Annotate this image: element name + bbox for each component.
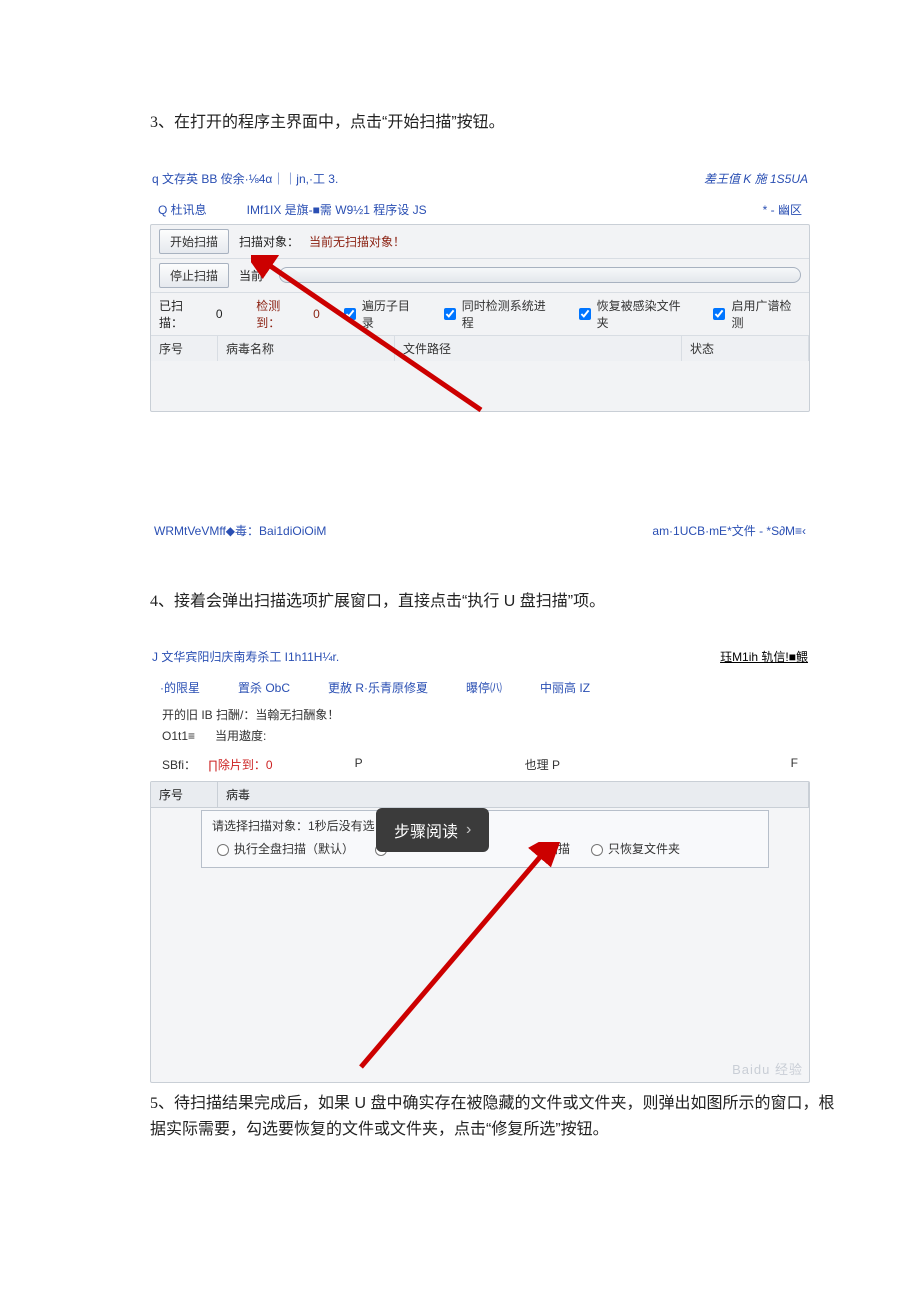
step-3-body: 在打开的程序主界面中，点击“开始扫描”按钮。 xyxy=(174,114,505,131)
check-subdir-box[interactable] xyxy=(344,308,356,320)
step-4-body: 接着会弹出扫描选项扩展窗口，直接点击“执行 U 盘扫描”项。 xyxy=(174,593,605,610)
check-broad[interactable]: 启用广谱检测 xyxy=(709,297,801,331)
shot1-tab-2[interactable]: IMf1IX 是旗-■需 W9½1 程序设 JS xyxy=(247,201,427,218)
shot2-col-seq: 序号 xyxy=(151,782,218,807)
step-5-number: 5 xyxy=(150,1095,158,1112)
check-recover-box[interactable] xyxy=(579,308,591,320)
shot1-progress xyxy=(279,267,801,283)
shot1-title-right: 差王值 K 施 1S5UA xyxy=(704,170,808,187)
shot1-detected-label: 检测到： xyxy=(256,297,303,331)
opt-full-scan-label: 执行全盘扫描（默认） xyxy=(234,840,354,857)
chevron-right-icon: › xyxy=(466,821,471,839)
shot2-stat-b-value: 0 xyxy=(266,758,273,772)
shot2-info2-label: O1t1≡ xyxy=(162,729,195,743)
step-4-number: 4 xyxy=(150,593,158,610)
shot1-col-virus: 病毒名称 xyxy=(218,336,395,361)
shot2-titlebar: J 文华宾阳归庆南寿杀工 I1h11H¼r. 珏M1ih 轨信!■鳂 xyxy=(150,644,810,675)
watermark: Baidu 经验 xyxy=(732,1059,803,1078)
shot2-tabs: ·的限星 置杀 ObC 更赦 R·乐青原修夏 曝停㈧ 中丽高 IZ xyxy=(150,675,810,706)
check-sysproc[interactable]: 同时检测系统进程 xyxy=(440,297,555,331)
shot2-tab-5[interactable]: 中丽高 IZ xyxy=(540,679,590,696)
step-read-tooltip-label: 步骤阅读 xyxy=(394,818,458,842)
shot2-stat-a: SBfi： xyxy=(162,756,196,773)
shot1-col-state: 状态 xyxy=(682,336,809,361)
shot1-tab-3[interactable]: * - 幽区 xyxy=(763,201,802,218)
shot2-info2-text: 当用遨度: xyxy=(215,729,266,743)
opt-recover-only[interactable]: 只恢复文件夹 xyxy=(586,840,680,857)
shot2-tab-3[interactable]: 更赦 R·乐青原修夏 xyxy=(328,679,428,696)
shot2-tab-1[interactable]: ·的限星 xyxy=(160,679,200,696)
shot1-checks: 遍历子目录 同时检测系统进程 恢复被感染文件夹 启用广谱检测 xyxy=(340,297,801,331)
screenshot-2: J 文华宾阳归庆南寿杀工 I1h11H¼r. 珏M1ih 轨信!■鳂 ·的限星 … xyxy=(150,644,810,1083)
opt-path-scan[interactable]: 径扫描 xyxy=(534,840,570,857)
shot2-table-header: 序号 病毒 xyxy=(151,782,809,808)
shot2-info1: 开的旧 IB 扫酬/：当翰无扫酬象！ xyxy=(150,706,810,727)
shot2-stat-d: 也理 P xyxy=(525,756,560,773)
check-subdir[interactable]: 遍历子目录 xyxy=(340,297,420,331)
shot2-stat-c: P xyxy=(355,756,363,773)
shot2-panel: 序号 病毒 请选择扫描对象：1秒后没有选… 执行全盘扫描（默认） 径扫描 只恢复… xyxy=(150,781,810,1083)
shot1-scanned-value: 0 xyxy=(216,307,223,321)
shot1-title-left: q 文存英 BB 侒余·⅛4α｜｜jn,·工 3. xyxy=(152,170,338,187)
shot2-stat-e: F xyxy=(791,756,798,773)
shot1-scanned-label: 已扫描： xyxy=(159,297,206,331)
step-read-tooltip[interactable]: 步骤阅读 › xyxy=(376,808,489,852)
shot1-tabs: Q 杜讯息 IMf1IX 是旗-■需 W9½1 程序设 JS * - 幽区 xyxy=(150,195,810,224)
shot2-title-right: 珏M1ih 轨信!■鳂 xyxy=(720,648,808,665)
shot1-row2-label: 当前 xyxy=(239,267,263,284)
shot1-panel: 开始扫描 扫描对象： 当前无扫描对象！ 停止扫描 当前 已扫描： 0 检测到： … xyxy=(150,224,810,412)
screenshot-1: q 文存英 BB 侒余·⅛4α｜｜jn,·工 3. 差王值 K 施 1S5UA … xyxy=(150,166,810,539)
shot1-detected-value: 0 xyxy=(313,307,320,321)
step-3-number: 3 xyxy=(150,114,158,131)
shot1-row1-label: 扫描对象： xyxy=(239,233,299,250)
opt-recover-only-radio[interactable] xyxy=(591,844,603,856)
shot1-table-header: 序号 病毒名称 文件路径 状态 xyxy=(151,335,809,361)
check-sysproc-box[interactable] xyxy=(444,308,456,320)
opt-path-scan-label: 径扫描 xyxy=(534,840,570,857)
shot2-stats: SBfi： ∏除片到：0 P 也理 P F xyxy=(150,748,810,781)
step-5-text: 5、待扫描结果完成后，如果 U 盘中确实存在被隐藏的文件或文件夹，则弹出如图所示… xyxy=(150,1091,880,1142)
shot1-title-right-prefix: 差王值 K 施 xyxy=(704,172,770,186)
shot2-title-left: J 文华宾阳归庆南寿杀工 I1h11H¼r. xyxy=(152,648,339,665)
shot2-stat-b: ∏除片到：0 xyxy=(208,756,273,773)
check-subdir-label: 遍历子目录 xyxy=(362,297,420,331)
check-broad-label: 启用广谱检测 xyxy=(731,297,801,331)
step-5-sep: 、 xyxy=(158,1095,174,1112)
check-sysproc-label: 同时检测系统进程 xyxy=(462,297,555,331)
shot1-tab-1[interactable]: Q 杜讯息 xyxy=(158,201,207,218)
shot1-col-seq: 序号 xyxy=(151,336,218,361)
shot2-stat-b-label: ∏除片到： xyxy=(208,758,266,772)
check-recover[interactable]: 恢复被感染文件夹 xyxy=(575,297,690,331)
start-scan-button[interactable]: 开始扫描 xyxy=(159,229,229,254)
opt-full-scan-radio[interactable] xyxy=(217,844,229,856)
shot1-row1-value: 当前无扫描对象！ xyxy=(309,233,405,250)
shot1-footer: WRMtVeVMff◆毒：Bai1diOiOiM am·1UCB·mE*文件 -… xyxy=(150,522,810,539)
opt-full-scan[interactable]: 执行全盘扫描（默认） xyxy=(212,840,354,857)
shot2-info2: O1t1≡ 当用遨度: xyxy=(150,727,810,748)
step-4-sep: 、 xyxy=(158,593,174,610)
shot2-tab-2[interactable]: 置杀 ObC xyxy=(238,679,290,696)
shot2-tab-4[interactable]: 曝停㈧ xyxy=(466,679,502,696)
stop-scan-button[interactable]: 停止扫描 xyxy=(159,263,229,288)
shot1-col-path: 文件路径 xyxy=(395,336,682,361)
check-broad-box[interactable] xyxy=(713,308,725,320)
opt-recover-only-label: 只恢复文件夹 xyxy=(608,840,680,857)
shot1-titlebar: q 文存英 BB 侒余·⅛4α｜｜jn,·工 3. 差王值 K 施 1S5UA xyxy=(150,166,810,195)
shot2-col-virus: 病毒 xyxy=(218,782,809,807)
shot1-footer-left: WRMtVeVMff◆毒：Bai1diOiOiM xyxy=(154,522,326,539)
shot1-footer-right: am·1UCB·mE*文件 - *S∂M≡‹ xyxy=(652,522,806,539)
step-4-text: 4、接着会弹出扫描选项扩展窗口，直接点击“执行 U 盘扫描”项。 xyxy=(150,589,880,615)
step-3-text: 3、在打开的程序主界面中，点击“开始扫描”按钮。 xyxy=(150,110,880,136)
check-recover-label: 恢复被感染文件夹 xyxy=(597,297,690,331)
shot2-arrow-annotation xyxy=(301,842,561,1072)
step-3-sep: 、 xyxy=(158,114,174,131)
shot1-title-right-italic: 1S5UA xyxy=(770,172,808,186)
step-5-body: 待扫描结果完成后，如果 U 盘中确实存在被隐藏的文件或文件夹，则弹出如图所示的窗… xyxy=(150,1095,834,1138)
